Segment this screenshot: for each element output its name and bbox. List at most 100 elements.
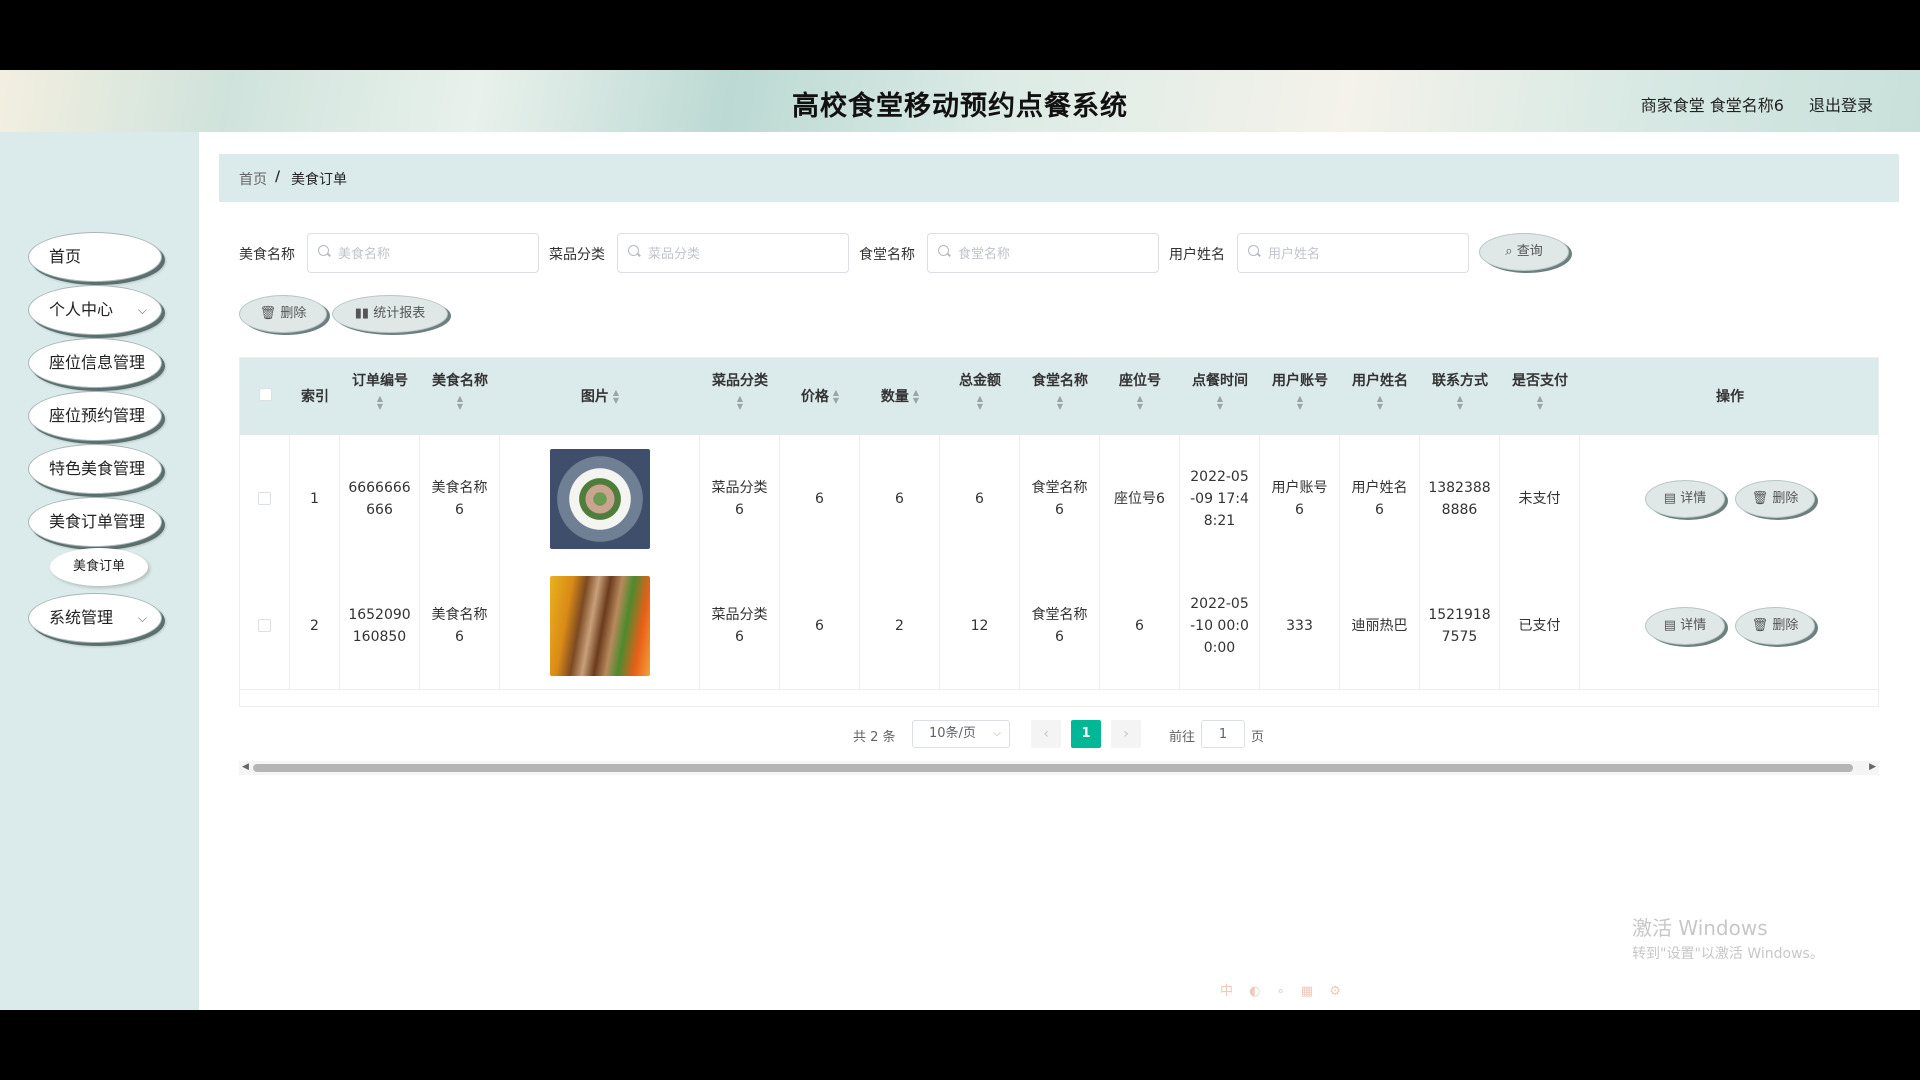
header-total[interactable]: 总金额 ▲ ▼ [940,358,1020,435]
sort-icon[interactable]: ▲ ▼ [1420,395,1500,411]
header-canteen-name[interactable]: 食堂名称 ▲ ▼ [1020,358,1100,435]
batch-delete-button[interactable]: 🗑 删除 [239,295,327,333]
sidebar-item-personal-center[interactable]: 个人中心 ⌵ [28,285,162,335]
app-header: 高校食堂移动预约点餐系统 商家食堂 食堂名称6 退出登录 [0,70,1920,132]
sort-icon[interactable]: ▲ ▼ [1100,395,1180,411]
app-window: 高校食堂移动预约点餐系统 商家食堂 食堂名称6 退出登录 首页 个人中心 ⌵ 座位… [0,70,1920,1010]
sidebar-subitem-food-order[interactable]: 美食订单 [50,548,148,586]
sidebar-item-seat-info[interactable]: 座位信息管理 [28,338,162,388]
statistics-report-button[interactable]: ▮▮ 统计报表 [332,295,448,333]
food-name-input[interactable] [336,234,536,274]
food-image[interactable] [549,575,650,676]
search-icon: ⌕ [1505,244,1513,259]
header-contact[interactable]: 联系方式 ▲ ▼ [1420,358,1500,435]
prev-page-button[interactable]: ‹ [1031,720,1061,748]
header-food-name[interactable]: 美食名称 ▲ ▼ [420,358,500,435]
search-icon [1248,245,1259,256]
sort-icon[interactable]: ▲ ▼ [700,395,780,411]
sort-icon[interactable]: ▲ ▼ [1020,395,1100,411]
horizontal-scrollbar[interactable]: ◀ ▶ [239,761,1879,775]
category-input[interactable] [646,234,846,274]
bar-chart-icon: ▮▮ [354,306,370,321]
delete-button[interactable]: 🗑 删除 [1735,606,1815,645]
header-actions: 操作 [1716,389,1744,405]
windows-activation-watermark: 激活 Windows 转到"设置"以激活 Windows。 [1632,916,1824,962]
cell-total: 6 [940,435,1020,562]
detail-button[interactable]: ▤ 详情 [1645,479,1725,518]
logout-link[interactable]: 退出登录 [1809,92,1873,116]
sort-icon[interactable]: ▲ ▼ [833,389,839,405]
cell-canteen-name: 食堂名称6 [1020,435,1100,562]
header-paid[interactable]: 是否支付 ▲ ▼ [1500,358,1580,435]
sidebar-item-home[interactable]: 首页 [28,232,162,282]
page-size-select[interactable]: 10条/页 ⌵ [912,720,1010,748]
delete-button[interactable]: 🗑 删除 [1735,479,1815,518]
header-category[interactable]: 菜品分类 ▲ ▼ [700,358,780,435]
cell-total: 12 [940,562,1020,689]
document-icon: ▤ [1663,490,1677,506]
cell-price: 6 [780,562,860,689]
scrollbar-thumb[interactable] [253,764,1853,772]
user-name-input[interactable] [1266,234,1466,274]
sort-icon[interactable]: ▲ ▼ [913,389,919,405]
category-search [617,233,849,274]
page-number[interactable]: 1 [1071,720,1101,748]
sort-icon[interactable]: ▲ ▼ [420,395,500,411]
current-user: 商家食堂 食堂名称6 [1640,96,1784,115]
food-image[interactable] [549,448,650,549]
sort-icon[interactable]: ▲ ▼ [940,395,1020,411]
sort-icon[interactable]: ▲ ▼ [1260,395,1340,411]
header-user-account[interactable]: 用户账号 ▲ ▼ [1260,358,1340,435]
goto-page-input[interactable] [1201,720,1245,748]
row-checkbox[interactable] [258,492,271,505]
header-price[interactable]: 价格 ▲ ▼ [780,358,860,435]
header-user-name[interactable]: 用户姓名 ▲ ▼ [1340,358,1420,435]
sort-icon[interactable]: ▲ ▼ [1180,395,1260,411]
scroll-left-icon[interactable]: ◀ [242,762,249,772]
category-label: 菜品分类 [549,247,605,263]
sidebar-item-system[interactable]: 系统管理 ⌵ [28,593,162,643]
cell-category: 菜品分类6 [700,435,780,562]
sort-icon[interactable]: ▲ ▼ [1340,395,1420,411]
header-order-time[interactable]: 点餐时间 ▲ ▼ [1180,358,1260,435]
table-row: 1 6666666666 美食名称6 菜品分类6 6 6 6 食堂名称6 座位号… [240,435,1878,563]
trash-icon: 🗑 [1751,490,1769,506]
sort-icon[interactable]: ▲ ▼ [1500,395,1580,411]
detail-button[interactable]: ▤ 详情 [1645,606,1725,645]
cell-index: 2 [290,562,340,689]
scroll-right-icon[interactable]: ▶ [1869,762,1876,772]
cell-index: 1 [290,435,340,562]
canteen-name-search [927,233,1159,274]
canteen-name-label: 食堂名称 [859,247,915,263]
chevron-down-icon: ⌵ [137,611,147,625]
sidebar: 首页 个人中心 ⌵ 座位信息管理 座位预约管理 特色美食管理 美食订单管理 美食订… [0,132,199,1010]
cell-order-no: 6666666666 [340,435,420,562]
header-order-no[interactable]: 订单编号 ▲ ▼ [340,358,420,435]
query-button[interactable]: ⌕ 查询 [1479,233,1569,271]
header-quantity[interactable]: 数量 ▲ ▼ [860,358,940,435]
header-seat-no[interactable]: 座位号 ▲ ▼ [1100,358,1180,435]
app-title: 高校食堂移动预约点餐系统 [792,91,1128,122]
cell-user-account: 333 [1260,562,1340,689]
header-image[interactable]: 图片 ▲ ▼ [500,358,700,435]
sidebar-item-food-orders[interactable]: 美食订单管理 [28,497,162,547]
cell-order-no: 1652090160850 [340,562,420,689]
chevron-left-icon: ‹ [1043,726,1049,742]
sidebar-item-seat-reservation[interactable]: 座位预约管理 [28,391,162,441]
row-checkbox[interactable] [258,619,271,632]
header-index: 索引 [301,389,329,405]
select-all-checkbox[interactable] [258,388,272,401]
sort-icon[interactable]: ▲ ▼ [613,389,619,405]
canteen-name-input[interactable] [956,234,1156,274]
chevron-down-icon: ⌵ [993,728,1001,739]
cell-food-name: 美食名称6 [420,562,500,689]
pagination-total: 共 2 条 [853,730,896,745]
sort-icon[interactable]: ▲ ▼ [340,395,420,411]
next-page-button[interactable]: › [1111,720,1141,748]
cell-contact: 13823888886 [1420,435,1500,562]
table-header: 索引 订单编号 ▲ ▼ 美食名称 ▲ ▼ 图片 ▲ ▼ 菜品分类 ▲ ▼ 价格 ▲ ▼ 数量 ▲ ▼ 总… [240,358,1878,435]
cell-order-time: 2022-05-10 00:00:00 [1180,562,1260,689]
sidebar-item-special-food[interactable]: 特色美食管理 [28,444,162,494]
breadcrumb-home[interactable]: 首页 [239,169,267,189]
breadcrumb: 首页 / 美食订单 [219,154,1899,202]
